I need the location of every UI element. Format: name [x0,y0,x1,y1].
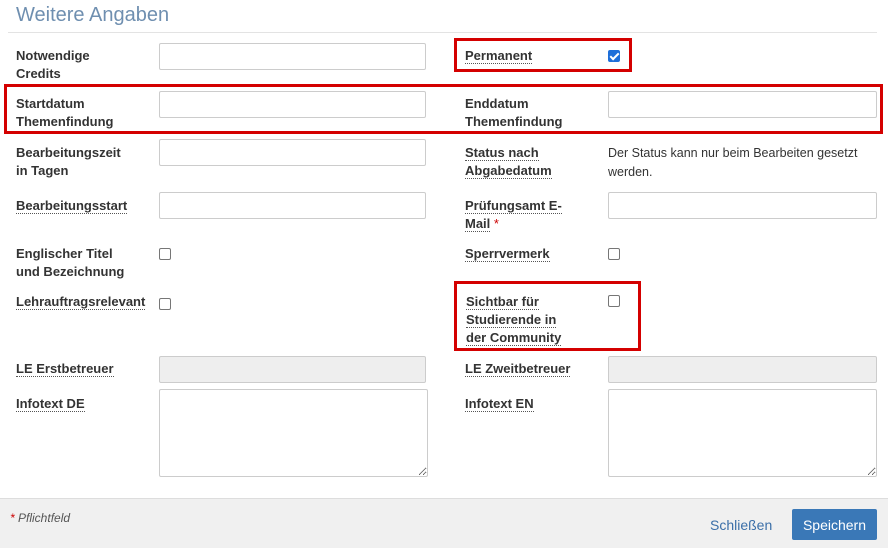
le-erstbetreuer-input[interactable] [159,356,426,383]
sperrvermerk-label-text: Sperrvermerk [465,246,550,262]
infotext-en-label: Infotext EN [465,395,534,413]
le-erst-label: LE Erstbetreuer [16,360,114,378]
credits-label: Notwendige Credits [16,47,90,83]
bearbeitungszeit-input[interactable] [159,139,426,166]
bearbeitungszeit-label-line1: Bearbeitungszeit [16,145,121,160]
englischer-titel-label-line1: Englischer Titel [16,246,113,261]
highlight-dates-row [4,84,883,134]
dialog-footer: * Pflichtfeld Schließen Speichern [0,498,888,548]
infotext-en-label-text: Infotext EN [465,396,534,412]
le-zweit-label: LE Zweitbetreuer [465,360,571,378]
pruefungsamt-label: Prüfungsamt E- Mail * [465,197,562,233]
englischer-titel-label: Englischer Titel und Bezeichnung [16,245,124,281]
sperrvermerk-label: Sperrvermerk [465,245,550,263]
credits-input[interactable] [159,43,426,70]
bearbeitungsstart-label: Bearbeitungsstart [16,197,128,215]
status-label: Status nach Abgabedatum [465,144,552,180]
sperrvermerk-checkbox[interactable] [608,248,620,260]
status-info-line2: werden. [608,165,653,179]
required-marker: * [493,216,499,231]
le-zweitbetreuer-input[interactable] [608,356,877,383]
bearbeitungszeit-label-line2: in Tagen [16,163,69,178]
infotext-de-label: Infotext DE [16,395,85,413]
dialog-title: Weitere Angaben [16,4,170,26]
required-note: * Pflichtfeld [10,511,70,525]
lehrauftrag-checkbox[interactable] [159,298,171,310]
lehrauftrag-label-text: Lehrauftragsrelevant [16,294,146,310]
credits-label-line1: Notwendige [16,48,90,63]
status-label-line1: Status nach [465,145,539,161]
save-button[interactable]: Speichern [792,509,877,540]
infotext-en-textarea[interactable] [608,389,877,477]
infotext-de-label-text: Infotext DE [16,396,85,412]
credits-label-line2: Credits [16,66,61,81]
bearbeitungsstart-input[interactable] [159,192,426,219]
lehrauftrag-label: Lehrauftragsrelevant [16,293,146,311]
englischer-titel-checkbox[interactable] [159,248,171,260]
title-divider [8,32,877,33]
required-note-text: Pflichtfeld [18,511,71,525]
englischer-titel-label-line2: und Bezeichnung [16,264,125,279]
status-label-line2: Abgabedatum [465,163,552,179]
status-info-line1: Der Status kann nur beim Bearbeiten gese… [608,146,858,160]
infotext-de-textarea[interactable] [159,389,428,477]
pruefungsamt-label-line1: Prüfungsamt E- [465,198,562,214]
status-info-text: Der Status kann nur beim Bearbeiten gese… [608,144,857,182]
close-button[interactable]: Schließen [710,517,772,533]
le-erst-label-text: LE Erstbetreuer [16,361,114,377]
le-zweit-label-text: LE Zweitbetreuer [465,361,571,377]
pruefungsamt-email-input[interactable] [608,192,877,219]
bearbeitungsstart-label-text: Bearbeitungsstart [16,198,128,214]
highlight-permanent [454,38,632,72]
required-note-star: * [10,511,15,525]
pruefungsamt-label-line2: Mail [465,216,491,232]
highlight-sichtbar [454,281,641,351]
bearbeitungszeit-label: Bearbeitungszeit in Tagen [16,144,121,180]
